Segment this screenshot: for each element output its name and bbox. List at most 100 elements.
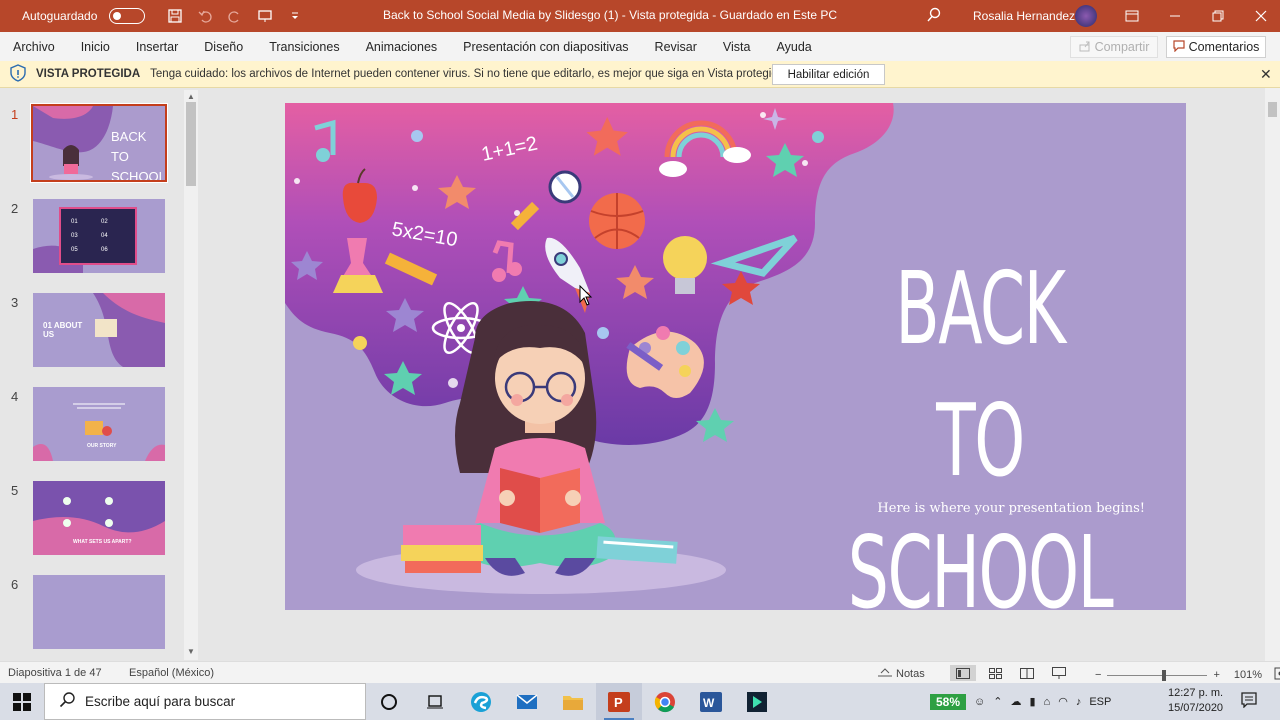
cortana-icon[interactable] (366, 683, 412, 720)
zoom-control[interactable]: − + 101% (1095, 667, 1280, 683)
thumbnail-number: 6 (11, 577, 19, 592)
tab-transiciones[interactable]: Transiciones (256, 40, 352, 54)
tab-animaciones[interactable]: Animaciones (353, 40, 451, 54)
onedrive-icon[interactable]: ☁ (1010, 695, 1021, 708)
slide-thumbnail-2[interactable]: 01 02 03 04 05 06 (33, 199, 165, 273)
clock-date: 15/07/2020 (1168, 702, 1224, 714)
windows-start-icon[interactable] (0, 683, 44, 720)
close-icon[interactable] (1239, 0, 1280, 32)
clock[interactable]: 12:27 p. m. 15/07/2020 (1168, 686, 1223, 716)
chrome-icon[interactable] (642, 683, 688, 720)
volume-icon[interactable]: ♪ (1076, 696, 1082, 708)
comments-label: Comentarios (1188, 40, 1260, 54)
share-label: Compartir (1094, 40, 1150, 54)
avatar[interactable] (1075, 5, 1097, 27)
thumbnail-row[interactable]: 2 01 02 03 04 05 06 (0, 199, 180, 279)
restore-icon[interactable] (1196, 0, 1239, 32)
tab-ayuda[interactable]: Ayuda (764, 40, 825, 54)
thumbnail-row[interactable]: 5 WHAT SETS US APART? (0, 481, 180, 561)
language-indicator[interactable]: Español (México) (129, 667, 214, 679)
thumb-num-03: 03 (71, 233, 78, 239)
slideshow-icon[interactable] (1046, 665, 1072, 681)
thumbnail-row[interactable]: 6 (0, 575, 180, 655)
tab-vista[interactable]: Vista (710, 40, 764, 54)
scrollbar-thumb[interactable] (1268, 102, 1277, 117)
thumbnail-row[interactable]: 4 OUR STORY (0, 387, 180, 467)
share-button[interactable]: Compartir (1070, 36, 1158, 58)
slide-sorter-icon[interactable] (982, 665, 1008, 681)
system-tray: 58% ☺ ⌃ ☁ ▮ ⌂ ◠ ♪ ESP (930, 683, 1111, 720)
reading-view-icon[interactable] (1014, 665, 1040, 681)
slide-thumbnail-6[interactable] (33, 575, 165, 649)
normal-view-icon[interactable] (950, 665, 976, 681)
enable-editing-button[interactable]: Habilitar edición (772, 64, 885, 85)
tab-revisar[interactable]: Revisar (642, 40, 710, 54)
zoom-out-icon[interactable]: − (1095, 669, 1101, 681)
slide-canvas[interactable]: 1+1=2 5x2=10 BACK TO SCHOOL Here is wher… (285, 103, 1186, 610)
powerpoint-icon[interactable]: P (596, 683, 642, 720)
fit-slide-icon[interactable] (1274, 667, 1280, 683)
customize-qat-icon[interactable] (287, 8, 303, 24)
slide-thumbnail-3[interactable]: 01 ABOUT US (33, 293, 165, 367)
slide-title[interactable]: BACK TO SCHOOL (843, 243, 1117, 610)
tab-archivo[interactable]: Archivo (0, 40, 68, 54)
ribbon-display-icon[interactable] (1110, 0, 1153, 32)
task-view-icon[interactable] (412, 683, 458, 720)
redo-icon[interactable] (227, 8, 243, 24)
thumbnail-row[interactable]: 3 01 ABOUT US (0, 293, 180, 373)
input-language[interactable]: ESP (1089, 696, 1111, 708)
undo-icon[interactable] (197, 8, 213, 24)
comments-button[interactable]: Comentarios (1166, 36, 1266, 58)
window-title: Back to School Social Media by Slidesgo … (383, 8, 838, 22)
save-icon[interactable] (167, 8, 183, 24)
user-name[interactable]: Rosalia Hernandez (973, 9, 1075, 23)
people-icon[interactable]: ☺ (974, 696, 985, 708)
zoom-level[interactable]: 101% (1234, 669, 1262, 681)
search-placeholder: Escribe aquí para buscar (85, 694, 236, 709)
slide-counter: Diapositiva 1 de 47 (8, 667, 102, 679)
tab-presentacion[interactable]: Presentación con diapositivas (450, 40, 641, 54)
wifi-icon[interactable]: ◠ (1058, 695, 1068, 708)
slide-thumbnail-4[interactable]: OUR STORY (33, 387, 165, 461)
slide-title-line1: BACK TO (895, 250, 1066, 499)
battery-indicator[interactable]: 58% (930, 693, 967, 710)
notes-button[interactable]: Notas (878, 667, 925, 680)
thumb-num-01: 01 (71, 219, 78, 225)
edge-icon[interactable] (458, 683, 504, 720)
autosave-label: Autoguardado (22, 9, 98, 23)
filmora-icon[interactable] (734, 683, 780, 720)
taskbar-search[interactable]: Escribe aquí para buscar (44, 683, 366, 720)
zoom-slider-knob[interactable] (1162, 669, 1167, 681)
thumbnail-number: 1 (11, 107, 19, 122)
slide-subtitle[interactable]: Here is where your presentation begins! (845, 501, 1145, 516)
thumbnail-row[interactable]: 1 BACK TO SCHOOL (0, 103, 180, 185)
thumbnail-scrollbar[interactable]: ▲ ▼ (184, 90, 198, 660)
svg-text:P: P (614, 695, 623, 710)
scroll-down-icon[interactable]: ▼ (187, 647, 195, 656)
canvas-scrollbar[interactable] (1265, 88, 1280, 661)
slide-thumbnail-1[interactable]: BACK TO SCHOOL (30, 103, 168, 183)
scrollbar-thumb[interactable] (186, 102, 196, 186)
tab-inicio[interactable]: Inicio (68, 40, 123, 54)
tab-insertar[interactable]: Insertar (123, 40, 191, 54)
scroll-up-icon[interactable]: ▲ (187, 92, 195, 101)
thumbnail-title: 01 ABOUT US (43, 321, 83, 339)
notification-icon[interactable] (1241, 692, 1257, 711)
slide-thumbnail-5[interactable]: WHAT SETS US APART? (33, 481, 165, 555)
close-message-icon[interactable]: ✕ (1260, 66, 1272, 83)
present-icon[interactable] (257, 8, 273, 24)
minimize-icon[interactable] (1153, 0, 1196, 32)
clock-time: 12:27 p. m. (1168, 687, 1224, 699)
file-explorer-icon[interactable] (550, 683, 596, 720)
comment-icon (1172, 39, 1185, 55)
mail-icon[interactable] (504, 683, 550, 720)
microphone-icon[interactable]: ▮ (1029, 695, 1035, 708)
tab-diseno[interactable]: Diseño (191, 40, 256, 54)
zoom-in-icon[interactable]: + (1213, 669, 1219, 681)
word-icon[interactable]: W (688, 683, 734, 720)
chevron-up-icon[interactable]: ⌃ (993, 695, 1002, 708)
network-icon[interactable]: ⌂ (1044, 696, 1051, 708)
search-icon[interactable] (926, 7, 942, 26)
zoom-slider[interactable] (1107, 669, 1208, 681)
autosave-toggle[interactable] (109, 8, 146, 24)
